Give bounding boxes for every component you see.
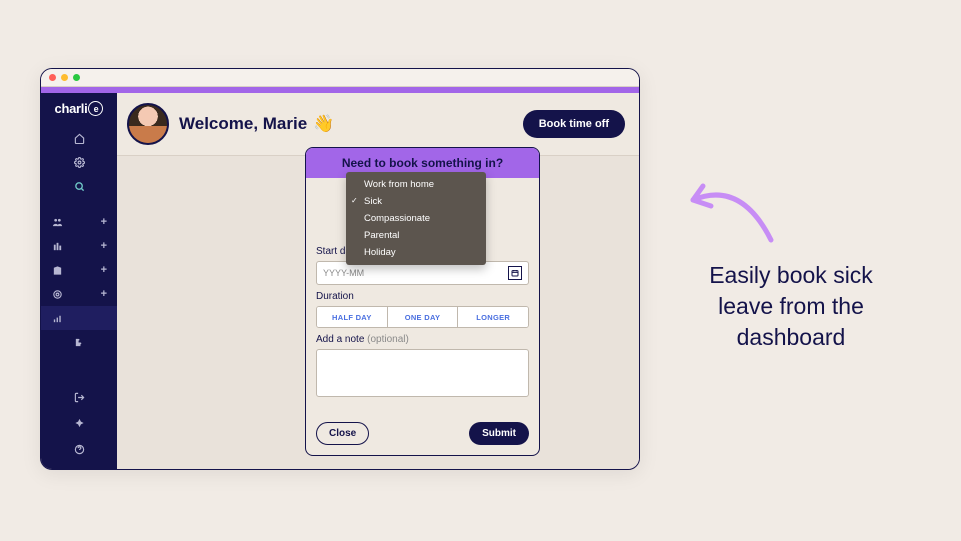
dropdown-item-holiday[interactable]: Holiday (346, 244, 486, 261)
puzzle-icon (73, 336, 85, 348)
org-icon (51, 240, 63, 252)
avatar[interactable] (127, 103, 169, 145)
nav-exit[interactable] (41, 385, 117, 409)
nav-goals[interactable]: + (41, 282, 117, 306)
dropdown-item-sick[interactable]: Sick (346, 193, 486, 210)
nav-puzzle[interactable] (41, 330, 117, 354)
note-textarea[interactable] (316, 349, 529, 397)
duration-half-day[interactable]: HALF DAY (317, 307, 388, 327)
sidebar: charlie (41, 93, 117, 469)
app-window: charlie (40, 68, 640, 470)
duration-one-day[interactable]: ONE DAY (388, 307, 459, 327)
add-icon: + (101, 288, 107, 300)
add-icon: + (101, 240, 107, 252)
nav-rocket[interactable] (41, 411, 117, 435)
nav-company[interactable]: + (41, 258, 117, 282)
add-icon: + (101, 264, 107, 276)
book-modal: Need to book something in? Work from hom… (305, 147, 540, 456)
dropdown-item-parental[interactable]: Parental (346, 227, 486, 244)
traffic-light-close[interactable] (49, 74, 56, 81)
building-icon (51, 264, 63, 276)
exit-icon (73, 391, 85, 403)
chart-icon (51, 312, 63, 324)
duration-longer[interactable]: LONGER (458, 307, 528, 327)
traffic-light-min[interactable] (61, 74, 68, 81)
annotation-text: Easily book sick leave from the dashboar… (681, 260, 901, 353)
people-icon (51, 216, 63, 228)
close-button[interactable]: Close (316, 422, 369, 445)
book-time-off-button[interactable]: Book time off (523, 110, 625, 138)
traffic-light-max[interactable] (73, 74, 80, 81)
home-icon (73, 132, 85, 144)
add-icon: + (101, 216, 107, 228)
submit-button[interactable]: Submit (469, 422, 529, 445)
nav-people[interactable]: + (41, 210, 117, 234)
dropdown-item-wfh[interactable]: Work from home (346, 176, 486, 193)
brand-ring: e (88, 101, 103, 116)
nav-help[interactable] (41, 437, 117, 461)
wave-emoji: 👋 (313, 114, 334, 134)
nav-reports[interactable] (41, 306, 117, 330)
rocket-icon (73, 417, 85, 429)
note-label: Add a note (optional) (316, 334, 529, 345)
main-content: Welcome, Marie 👋 Book time off Need to b… (117, 93, 639, 469)
duration-label: Duration (316, 291, 529, 302)
dropdown-item-compassionate[interactable]: Compassionate (346, 210, 486, 227)
brand-logo: charlie (55, 101, 104, 116)
search-icon (73, 180, 85, 192)
page-title: Welcome, Marie 👋 (179, 114, 334, 134)
nav-search[interactable] (41, 174, 117, 198)
target-icon (51, 288, 63, 300)
help-icon (73, 443, 85, 455)
calendar-icon[interactable] (508, 266, 522, 280)
window-titlebar (41, 69, 639, 87)
duration-segmented: HALF DAY ONE DAY LONGER (316, 306, 529, 328)
annotation-arrow-icon (681, 170, 781, 250)
nav-home[interactable] (41, 126, 117, 150)
leave-type-dropdown[interactable]: Work from home Sick Compassionate Parent… (346, 172, 486, 265)
brand-text: charli (55, 101, 88, 116)
nav-settings[interactable] (41, 150, 117, 174)
nav-org[interactable]: + (41, 234, 117, 258)
date-placeholder: YYYY-MM (323, 268, 364, 278)
gear-icon (73, 156, 85, 168)
